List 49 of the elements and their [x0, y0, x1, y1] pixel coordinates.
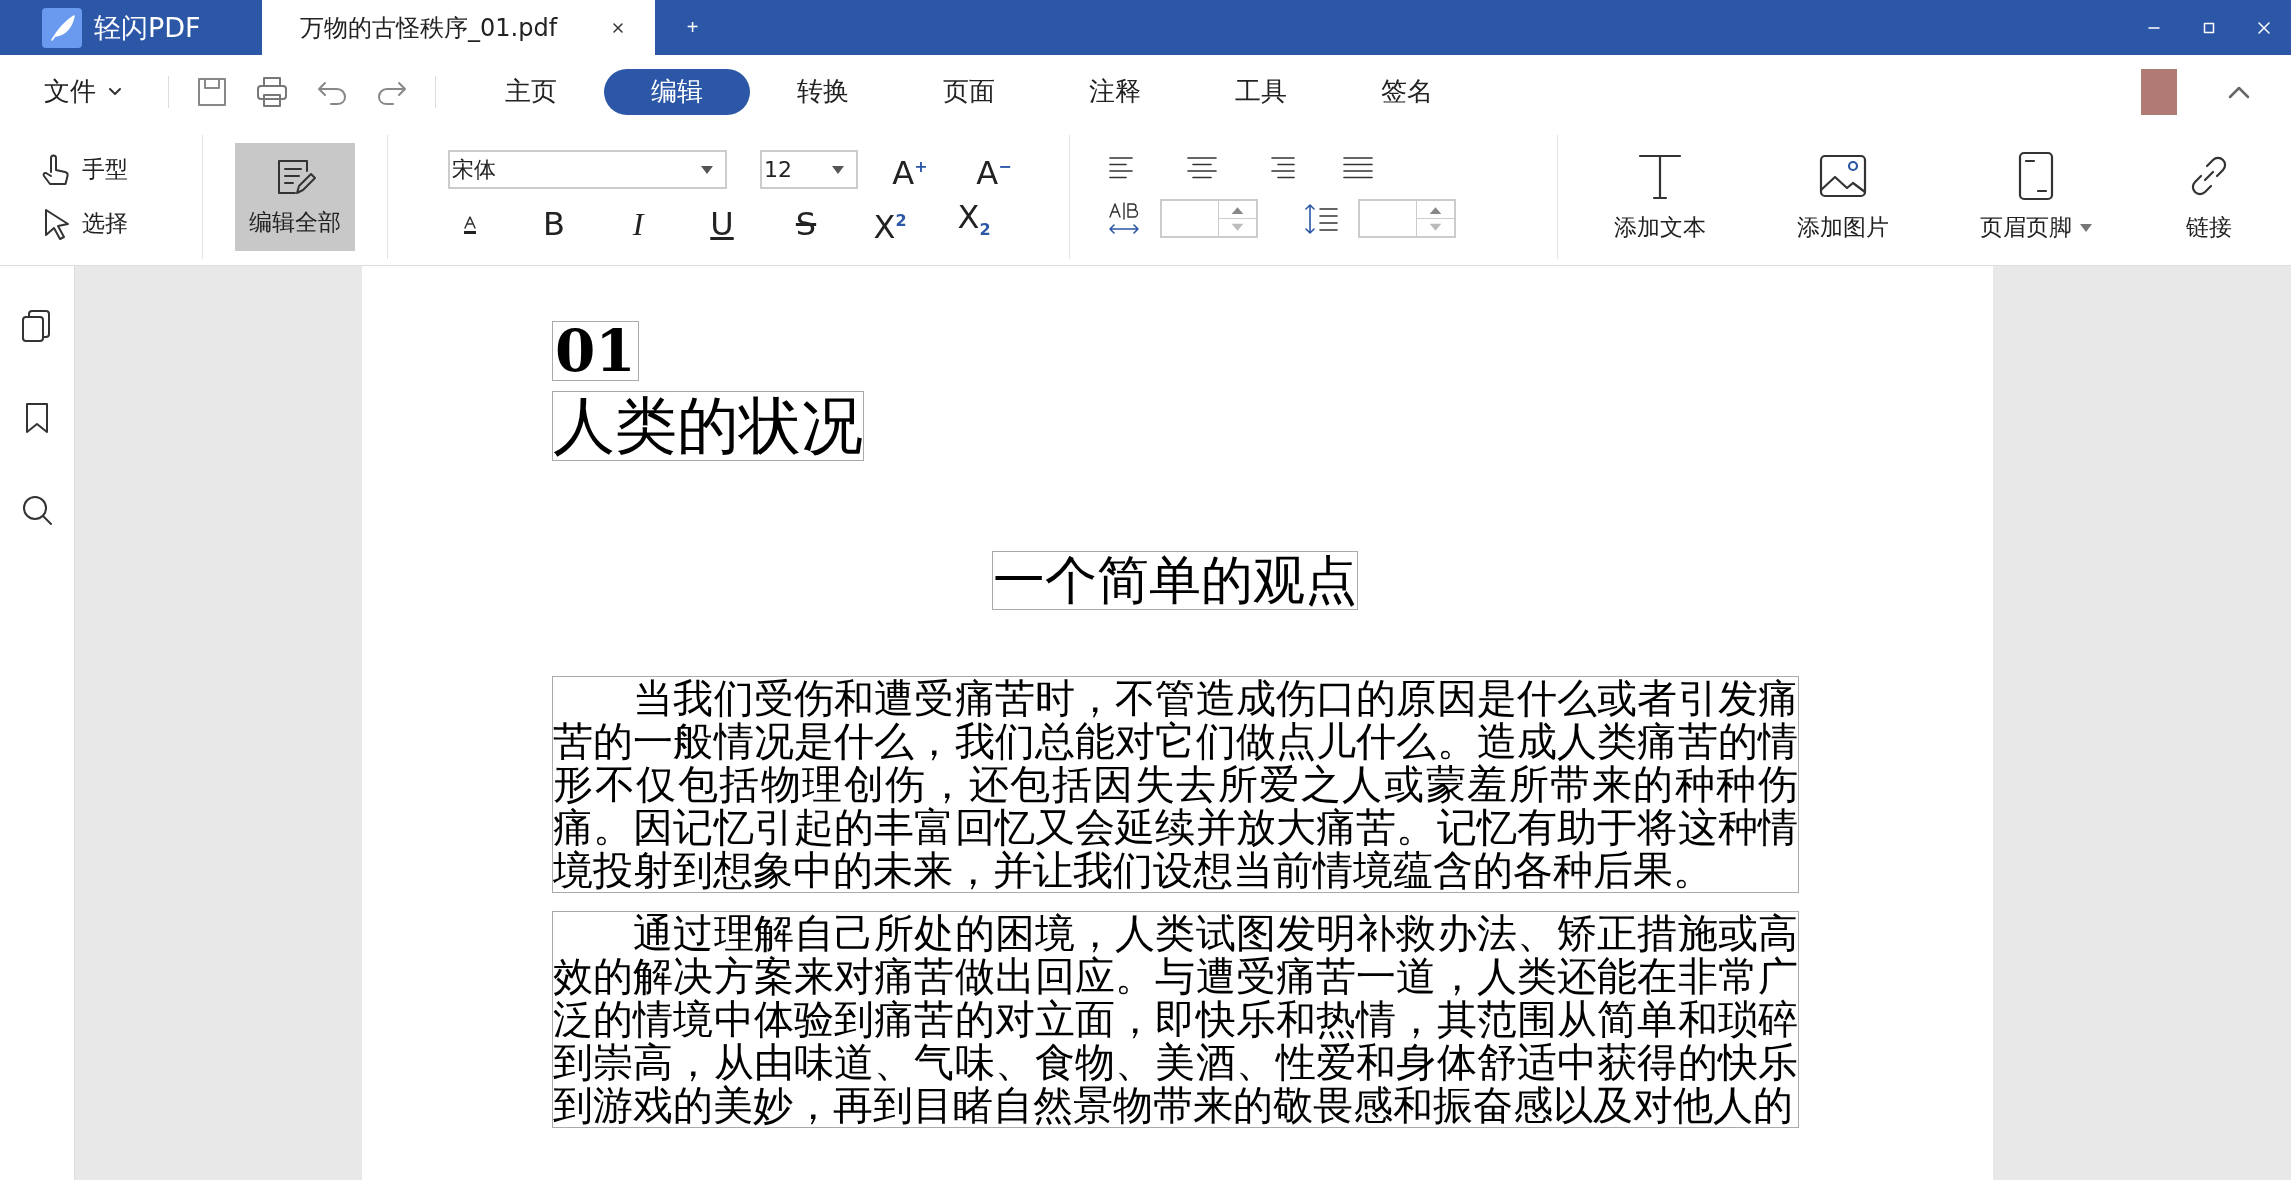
line-spacing-field[interactable] — [1358, 199, 1456, 238]
caret-icon — [108, 86, 122, 97]
strikethrough-button[interactable]: S — [764, 203, 848, 244]
document-tab[interactable]: 万物的古怪秩序_01.pdf — [262, 0, 655, 55]
spinner-arrows-icon[interactable] — [1416, 201, 1454, 236]
app-name: 轻闪PDF — [94, 10, 201, 45]
add-image-button[interactable]: 添加图片 — [1796, 150, 1889, 243]
ribbon-tab[interactable]: 签名 — [1334, 68, 1480, 115]
chapter-number: 01 — [552, 321, 639, 381]
ribbon-tab[interactable]: 主页 — [458, 68, 604, 115]
maximize-icon[interactable] — [2201, 20, 2216, 35]
print-icon[interactable] — [255, 74, 289, 109]
increase-font-size-button[interactable]: A$^{+}$ — [868, 146, 952, 193]
ribbon-tab[interactable]: 注释 — [1042, 68, 1188, 115]
bold-button[interactable]: B — [512, 203, 596, 244]
justify-icon[interactable] — [1340, 155, 1376, 181]
character-spacing-icon[interactable] — [1106, 200, 1142, 237]
file-menu[interactable]: 文件 — [44, 74, 122, 109]
font-family-dropdown[interactable]: 宋体 — [448, 150, 727, 189]
chapter-title: 人类的状况 — [552, 391, 864, 462]
font-size-dropdown[interactable]: 12 — [760, 150, 858, 189]
feather-logo-icon — [42, 7, 82, 48]
superscript-button[interactable]: X$^{2}$ — [848, 200, 932, 247]
align-center-icon[interactable] — [1184, 155, 1220, 181]
spinner-arrows-icon[interactable] — [1218, 201, 1256, 236]
ribbon-tab[interactable]: 工具 — [1188, 68, 1334, 115]
body-paragraph: 当我们受伤和遭受痛苦时，不管造成伤口的原因是什么或者引发痛苦的一般情况是什么，我们总能对它们做点儿什么。造成人类痛苦的情形不仅包括物理创伤，还包括因失去所爱之人或蒙羞所带来的种种伤痛。因记忆引起的丰富回忆又会延续并放大痛苦。记忆有助于将这种情境投射到想象中的未来，并让我们设想当前情境蕴含的各种后果。 — [552, 676, 1799, 894]
new-tab-button[interactable]: + — [655, 15, 730, 40]
subscript-button[interactable]: X$_{2}$ — [932, 196, 1016, 251]
header-footer-button[interactable]: 页眉页脚 — [1980, 150, 2093, 243]
body-paragraph: 通过理解自己所处的困境，人类试图发明补救办法、矫正措施或高效的解决方案来对痛苦做出回应。与遭受痛苦一道，人类还能在非常广泛的情境中体验到痛苦的对立面，即快乐和热情，其范围从简单和琐碎到崇高，从由味道、气味、食物、美酒、性爱和身体舒适中获得的快乐到游戏的美妙，再到目睹自然景物带来的敬畏感和振奋感以及对他人的 — [552, 911, 1799, 1129]
dropdown-triangle-icon — [832, 165, 844, 174]
hand-tool-button[interactable]: 手型 — [38, 151, 128, 188]
section-heading: 一个简单的观点 — [991, 551, 1358, 611]
add-text-button[interactable]: 添加文本 — [1613, 150, 1706, 243]
ribbon-tab[interactable]: 编辑 — [604, 68, 750, 115]
decrease-font-size-button[interactable]: A$^{−}$ — [952, 146, 1036, 193]
select-tool-button[interactable]: 选择 — [38, 205, 128, 242]
underline-button[interactable]: U — [680, 203, 764, 244]
ribbon-tab[interactable]: 转换 — [750, 68, 896, 115]
character-spacing-field[interactable] — [1160, 199, 1258, 238]
link-button[interactable]: 链接 — [2183, 150, 2236, 243]
edit-all-button[interactable]: 编辑全部 — [235, 142, 355, 251]
ribbon-tab[interactable]: 页面 — [896, 68, 1042, 115]
close-icon[interactable] — [611, 20, 625, 35]
avatar-photo-placeholder[interactable] — [2141, 68, 2177, 115]
italic-button[interactable]: I — [596, 203, 680, 244]
close-icon[interactable] — [2256, 20, 2271, 35]
dropdown-triangle-icon — [701, 165, 713, 174]
